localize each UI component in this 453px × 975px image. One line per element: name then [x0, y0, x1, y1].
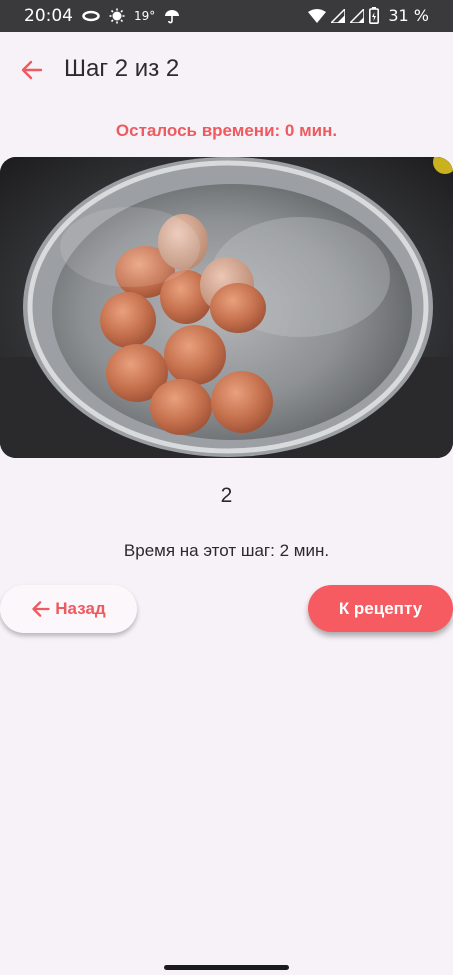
- step-image: [0, 157, 453, 458]
- page-title: Шаг 2 из 2: [64, 55, 180, 82]
- remaining-time-label: Осталось времени: 0 мин.: [115, 121, 338, 140]
- home-indicator[interactable]: [164, 965, 289, 970]
- back-button[interactable]: Назад: [0, 585, 137, 633]
- status-time: 20:04: [24, 6, 73, 26]
- signal-icon: [350, 8, 365, 23]
- wifi-icon: [308, 8, 327, 23]
- arrow-back-icon: [32, 601, 50, 617]
- battery-level: 31 %: [388, 6, 429, 25]
- back-arrow-icon[interactable]: [18, 56, 46, 84]
- step-time-label: Время на этот шаг: 2 мин.: [123, 541, 330, 560]
- to-recipe-button-label: К рецепту: [338, 598, 423, 618]
- app-bar: Шаг 2 из 2: [0, 40, 453, 100]
- signal-icon: [331, 8, 346, 23]
- step-number: 2: [220, 484, 233, 507]
- infinity-icon: [82, 10, 100, 22]
- status-bar-right: 31 %: [308, 6, 429, 25]
- to-recipe-button[interactable]: К рецепту: [308, 585, 453, 632]
- status-bar-left: 20:04 19°: [24, 6, 180, 26]
- status-bar: 20:04 19° 31 %: [0, 0, 453, 32]
- status-temperature: 19°: [134, 9, 156, 23]
- battery-icon: [369, 7, 380, 24]
- weather-icon: [109, 8, 125, 24]
- umbrella-icon: [164, 8, 180, 24]
- back-button-label: Назад: [55, 599, 106, 618]
